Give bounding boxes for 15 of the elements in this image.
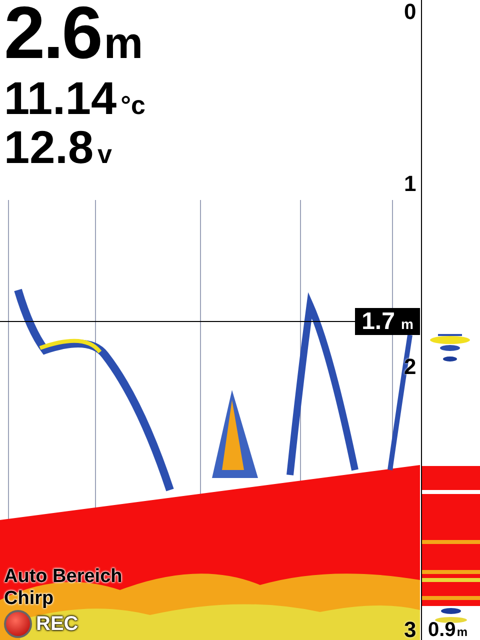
depth-scale-label: 1: [404, 172, 416, 196]
depth-scale-label: 0: [404, 0, 416, 24]
temperature-value: 11.14: [4, 77, 117, 119]
depth-marker-label: 1.7 m: [355, 308, 420, 335]
voltage-unit: v: [98, 138, 112, 171]
record-label: REC: [36, 612, 78, 636]
depth-value: 2.6: [4, 0, 101, 66]
voltage-value: 12.8: [4, 126, 94, 168]
status-text: Chirp: [4, 588, 54, 610]
depth-unit: m: [104, 18, 141, 70]
echo-icon: [430, 334, 470, 364]
range-reading: 0.9 m: [428, 620, 468, 640]
depth-scale-label: 3: [404, 618, 416, 640]
temperature-unit: °c: [120, 89, 146, 122]
status-text: Auto Bereich: [4, 566, 122, 588]
